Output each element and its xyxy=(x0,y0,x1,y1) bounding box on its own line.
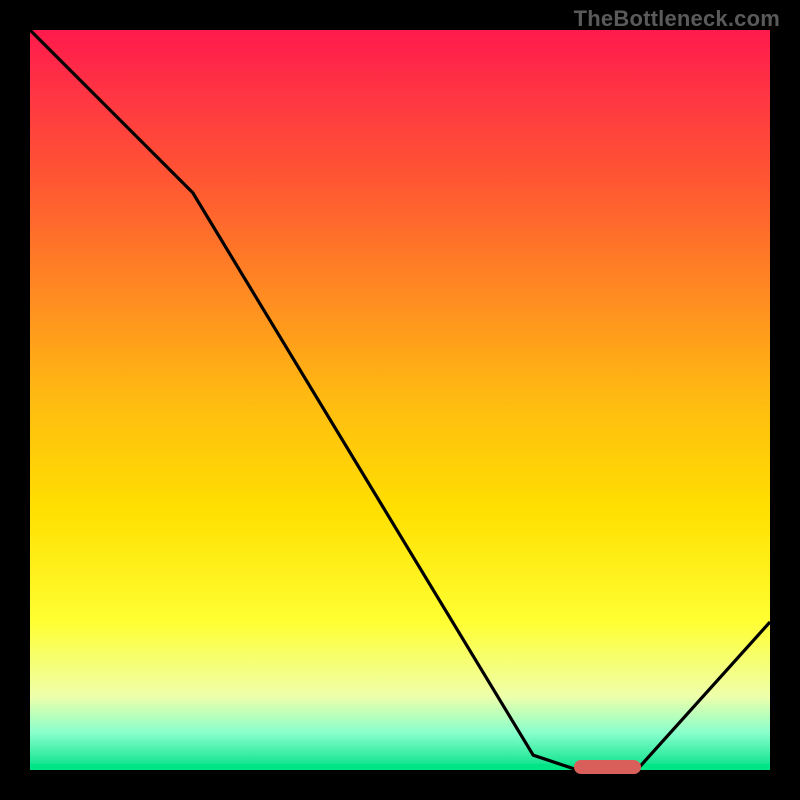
watermark-text: TheBottleneck.com xyxy=(574,6,780,32)
baseline-strip xyxy=(30,764,770,770)
curve-path xyxy=(30,30,770,770)
plot-area xyxy=(30,30,770,770)
bottleneck-curve xyxy=(30,30,770,770)
chart-frame: TheBottleneck.com xyxy=(0,0,800,800)
